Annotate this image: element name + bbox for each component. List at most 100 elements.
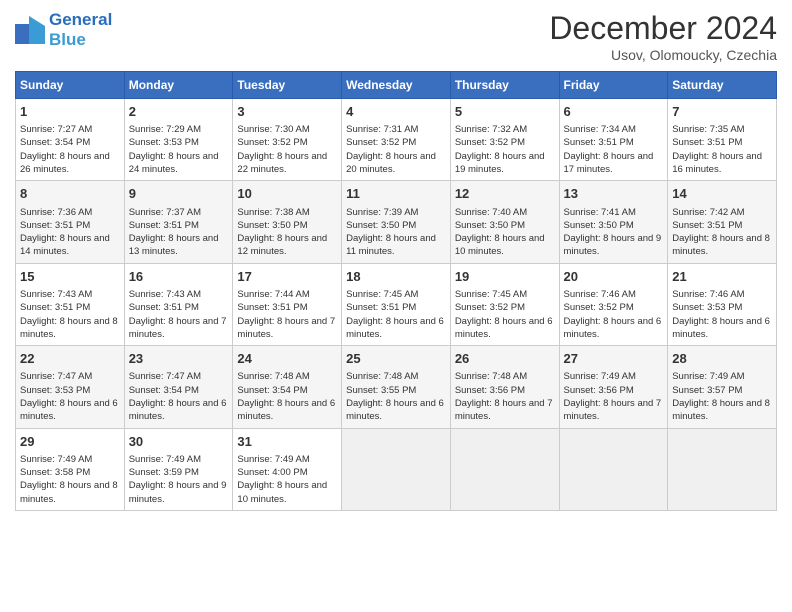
sunrise-text: Sunrise: 7:41 AM	[564, 207, 636, 218]
week-row: 8Sunrise: 7:36 AMSunset: 3:51 PMDaylight…	[16, 181, 777, 263]
day-number: 23	[129, 350, 229, 368]
sunset-text: Sunset: 3:53 PM	[672, 302, 742, 313]
day-number: 1	[20, 103, 120, 121]
calendar-cell: 14Sunrise: 7:42 AMSunset: 3:51 PMDayligh…	[668, 181, 777, 263]
week-row: 22Sunrise: 7:47 AMSunset: 3:53 PMDayligh…	[16, 346, 777, 428]
daylight-text: Daylight: 8 hours and 10 minutes.	[455, 233, 545, 257]
calendar-cell: 8Sunrise: 7:36 AMSunset: 3:51 PMDaylight…	[16, 181, 125, 263]
calendar-cell: 7Sunrise: 7:35 AMSunset: 3:51 PMDaylight…	[668, 99, 777, 181]
calendar-cell: 15Sunrise: 7:43 AMSunset: 3:51 PMDayligh…	[16, 263, 125, 345]
daylight-text: Daylight: 8 hours and 6 minutes.	[672, 316, 770, 340]
logo-icon	[15, 16, 45, 44]
day-number: 27	[564, 350, 664, 368]
sunrise-text: Sunrise: 7:27 AM	[20, 124, 92, 135]
calendar-cell: 29Sunrise: 7:49 AMSunset: 3:58 PMDayligh…	[16, 428, 125, 510]
calendar-body: 1 Sunrise: 7:27 AM Sunset: 3:54 PM Daylight…	[16, 99, 777, 511]
sunrise-text: Sunrise: 7:38 AM	[237, 207, 309, 218]
calendar-cell: 12 Sunrise: 7:40 AM Sunset: 3:50 PM Dayligh…	[450, 181, 559, 263]
sunrise-text: Sunrise: 7:37 AM	[129, 207, 201, 218]
sunset-text: Sunset: 4:00 PM	[237, 467, 307, 478]
calendar-cell: 13Sunrise: 7:41 AMSunset: 3:50 PMDayligh…	[559, 181, 668, 263]
calendar-cell: 27Sunrise: 7:49 AMSunset: 3:56 PMDayligh…	[559, 346, 668, 428]
daylight-text: Daylight: 8 hours and 17 minutes.	[564, 151, 654, 175]
day-number: 29	[20, 433, 120, 451]
sunset-text: Sunset: 3:53 PM	[129, 137, 199, 148]
sunrise-text: Sunrise: 7:49 AM	[672, 371, 744, 382]
calendar-cell: 17Sunrise: 7:44 AMSunset: 3:51 PMDayligh…	[233, 263, 342, 345]
calendar-cell: 22Sunrise: 7:47 AMSunset: 3:53 PMDayligh…	[16, 346, 125, 428]
calendar-cell: 5Sunrise: 7:32 AMSunset: 3:52 PMDaylight…	[450, 99, 559, 181]
calendar-cell: 23Sunrise: 7:47 AMSunset: 3:54 PMDayligh…	[124, 346, 233, 428]
logo-area: General Blue	[15, 10, 112, 51]
logo-general: General	[49, 10, 112, 29]
month-title: December 2024	[549, 10, 777, 47]
subtitle: Usov, Olomoucky, Czechia	[549, 47, 777, 63]
day-number: 12	[455, 185, 555, 203]
daylight-text: Daylight: 8 hours and 7 minutes.	[237, 316, 335, 340]
calendar-cell: 2 Sunrise: 7:29 AM Sunset: 3:53 PM Daylight…	[124, 99, 233, 181]
sunrise-text: Sunrise: 7:48 AM	[237, 371, 309, 382]
calendar-cell: 24Sunrise: 7:48 AMSunset: 3:54 PMDayligh…	[233, 346, 342, 428]
sunrise-text: Sunrise: 7:42 AM	[672, 207, 744, 218]
sunset-text: Sunset: 3:50 PM	[455, 220, 525, 231]
sunset-text: Sunset: 3:58 PM	[20, 467, 90, 478]
sunset-text: Sunset: 3:51 PM	[129, 302, 199, 313]
sunrise-text: Sunrise: 7:29 AM	[129, 124, 201, 135]
day-number: 18	[346, 268, 446, 286]
calendar-cell: 19 Sunrise: 7:45 AM Sunset: 3:52 PM Dayligh…	[450, 263, 559, 345]
sunset-text: Sunset: 3:52 PM	[455, 302, 525, 313]
sunrise-text: Sunrise: 7:48 AM	[455, 371, 527, 382]
header: General Blue December 2024 Usov, Olomouc…	[15, 10, 777, 63]
calendar-cell: 18Sunrise: 7:45 AMSunset: 3:51 PMDayligh…	[342, 263, 451, 345]
day-number: 4	[346, 103, 446, 121]
calendar-cell: 11Sunrise: 7:39 AMSunset: 3:50 PMDayligh…	[342, 181, 451, 263]
daylight-text: Daylight: 8 hours and 6 minutes.	[455, 316, 553, 340]
calendar-cell: 31Sunrise: 7:49 AMSunset: 4:00 PMDayligh…	[233, 428, 342, 510]
calendar-cell: 30Sunrise: 7:49 AMSunset: 3:59 PMDayligh…	[124, 428, 233, 510]
sunset-text: Sunset: 3:52 PM	[455, 137, 525, 148]
daylight-text: Daylight: 8 hours and 8 minutes.	[672, 233, 770, 257]
calendar-cell	[450, 428, 559, 510]
calendar-header: SundayMondayTuesdayWednesdayThursdayFrid…	[16, 72, 777, 99]
sunset-text: Sunset: 3:51 PM	[129, 220, 199, 231]
calendar-cell: 10Sunrise: 7:38 AMSunset: 3:50 PMDayligh…	[233, 181, 342, 263]
sunset-text: Sunset: 3:54 PM	[237, 385, 307, 396]
sunset-text: Sunset: 3:54 PM	[20, 137, 90, 148]
sunset-text: Sunset: 3:50 PM	[346, 220, 416, 231]
sunrise-text: Sunrise: 7:45 AM	[346, 289, 418, 300]
sunrise-text: Sunrise: 7:47 AM	[20, 371, 92, 382]
day-number: 2	[129, 103, 229, 121]
sunrise-text: Sunrise: 7:35 AM	[672, 124, 744, 135]
calendar-cell: 28Sunrise: 7:49 AMSunset: 3:57 PMDayligh…	[668, 346, 777, 428]
day-number: 7	[672, 103, 772, 121]
daylight-text: Daylight: 8 hours and 6 minutes.	[346, 316, 444, 340]
sunset-text: Sunset: 3:52 PM	[346, 137, 416, 148]
daylight-text: Daylight: 8 hours and 16 minutes.	[672, 151, 762, 175]
sunset-text: Sunset: 3:51 PM	[564, 137, 634, 148]
calendar-cell: 3Sunrise: 7:30 AMSunset: 3:52 PMDaylight…	[233, 99, 342, 181]
day-number: 17	[237, 268, 337, 286]
logo-blue: Blue	[49, 30, 86, 49]
calendar-cell: 4Sunrise: 7:31 AMSunset: 3:52 PMDaylight…	[342, 99, 451, 181]
daylight-text: Daylight: 8 hours and 24 minutes.	[129, 151, 219, 175]
logo-text: General Blue	[49, 10, 112, 51]
sunrise-text: Sunrise: 7:47 AM	[129, 371, 201, 382]
sunset-text: Sunset: 3:54 PM	[129, 385, 199, 396]
day-number: 19	[455, 268, 555, 286]
calendar-cell: 6Sunrise: 7:34 AMSunset: 3:51 PMDaylight…	[559, 99, 668, 181]
sunrise-text: Sunrise: 7:49 AM	[129, 454, 201, 465]
day-number: 28	[672, 350, 772, 368]
daylight-text: Daylight: 8 hours and 13 minutes.	[129, 233, 219, 257]
header-day-thursday: Thursday	[450, 72, 559, 99]
daylight-text: Daylight: 8 hours and 9 minutes.	[564, 233, 662, 257]
day-number: 31	[237, 433, 337, 451]
calendar-cell: 25Sunrise: 7:48 AMSunset: 3:55 PMDayligh…	[342, 346, 451, 428]
sunset-text: Sunset: 3:56 PM	[455, 385, 525, 396]
sunrise-text: Sunrise: 7:45 AM	[455, 289, 527, 300]
daylight-text: Daylight: 8 hours and 11 minutes.	[346, 233, 436, 257]
header-row: SundayMondayTuesdayWednesdayThursdayFrid…	[16, 72, 777, 99]
day-number: 6	[564, 103, 664, 121]
sunrise-text: Sunrise: 7:40 AM	[455, 207, 527, 218]
day-number: 24	[237, 350, 337, 368]
day-number: 15	[20, 268, 120, 286]
